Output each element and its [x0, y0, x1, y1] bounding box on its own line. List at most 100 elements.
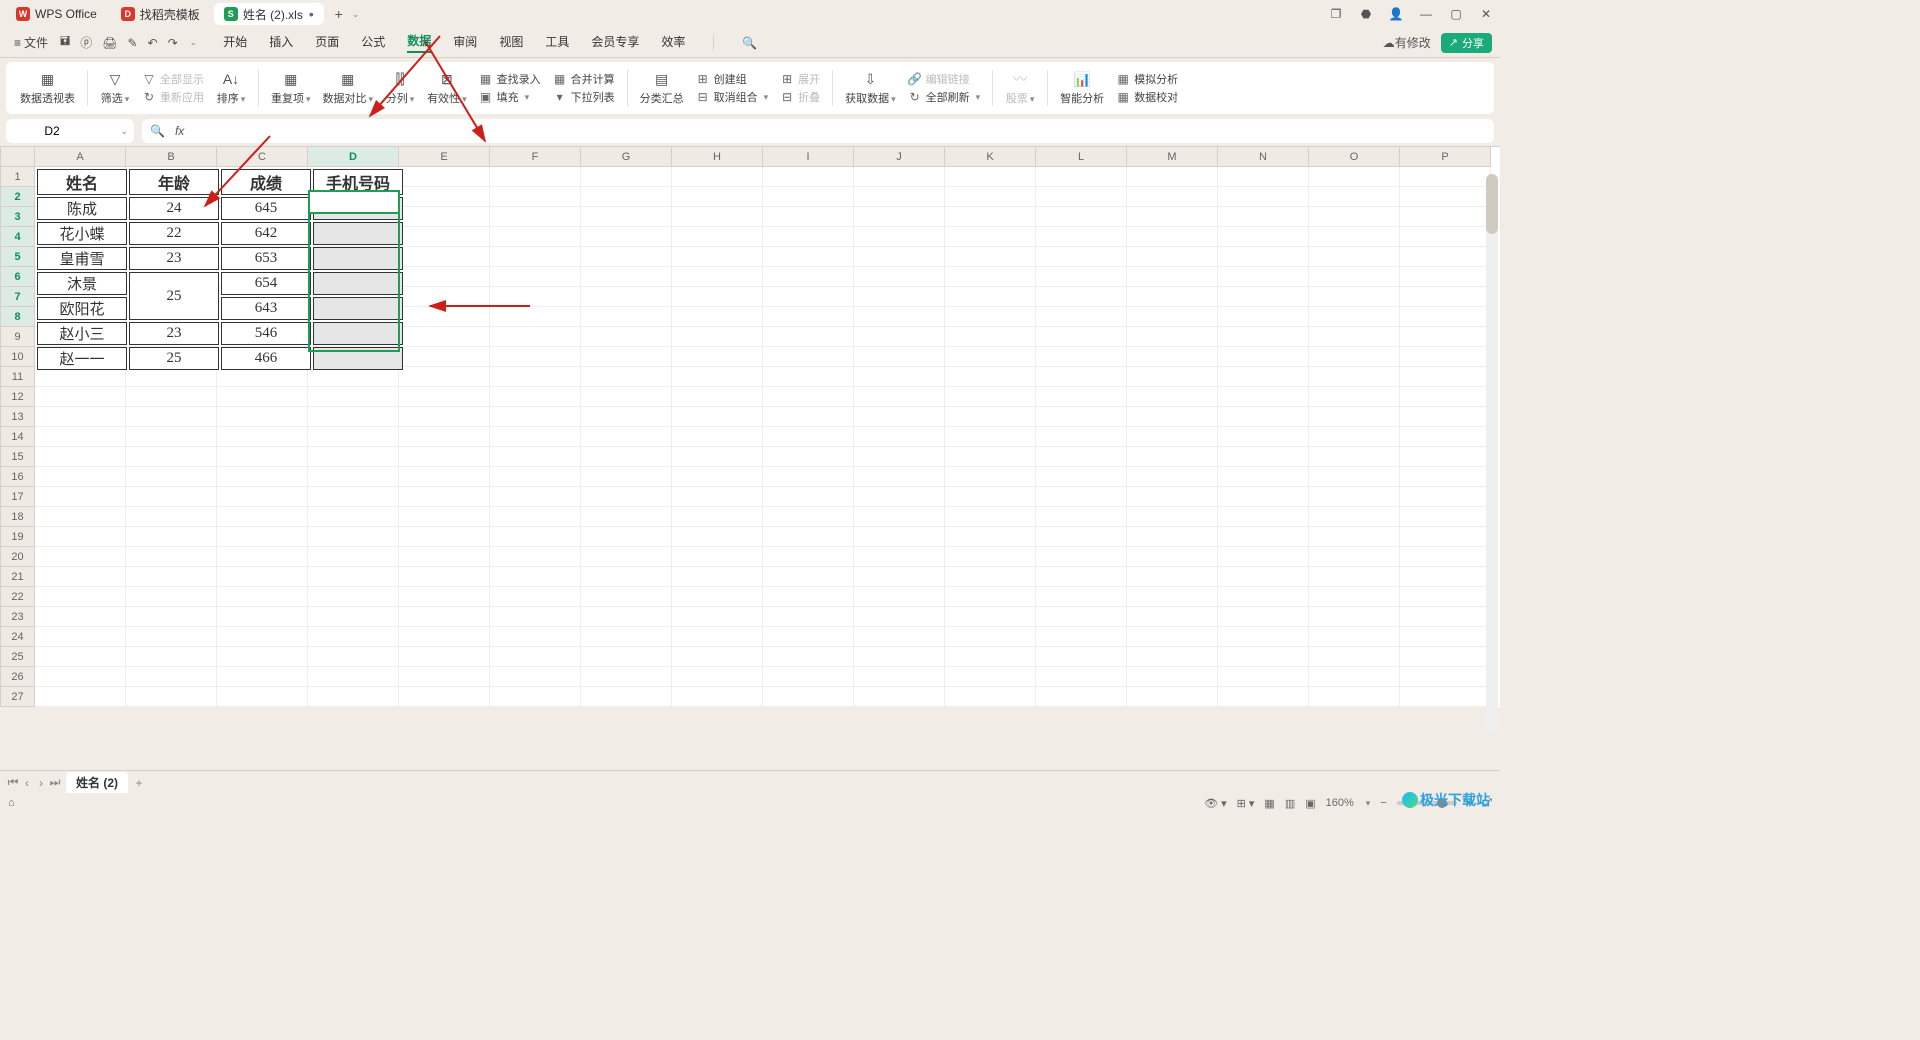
grid-cell[interactable] — [763, 267, 854, 287]
grid-cell[interactable] — [35, 667, 126, 687]
quick-dropdown[interactable]: ⌄ — [190, 37, 198, 48]
grid-cell[interactable] — [1400, 507, 1491, 527]
grid-cell[interactable] — [1218, 427, 1309, 447]
grid-cell[interactable] — [763, 607, 854, 627]
grid-cell[interactable] — [945, 307, 1036, 327]
grid-cell[interactable] — [1400, 287, 1491, 307]
grid-cell[interactable] — [1400, 627, 1491, 647]
grid-cell[interactable] — [1400, 607, 1491, 627]
grid-cell[interactable] — [672, 187, 763, 207]
grid-cell[interactable] — [35, 387, 126, 407]
grid-cell[interactable] — [672, 507, 763, 527]
grid-cell[interactable] — [399, 567, 490, 587]
grid-cell[interactable] — [854, 387, 945, 407]
grid-cell[interactable] — [854, 167, 945, 187]
grid-cell[interactable] — [581, 407, 672, 427]
grid-cell[interactable] — [763, 447, 854, 467]
grid-cell[interactable] — [672, 667, 763, 687]
grid-cell[interactable] — [1036, 567, 1127, 587]
grid-cell[interactable] — [1309, 647, 1400, 667]
grid-cell[interactable] — [672, 287, 763, 307]
grid-cell[interactable] — [1309, 347, 1400, 367]
cell[interactable] — [313, 322, 403, 345]
grid-cell[interactable] — [1309, 247, 1400, 267]
formula-search-icon[interactable]: 🔍 — [150, 124, 165, 138]
col-header[interactable]: H — [672, 147, 763, 167]
grid-cell[interactable] — [1036, 367, 1127, 387]
grid-cell[interactable] — [763, 567, 854, 587]
grid-cell[interactable] — [1218, 287, 1309, 307]
grid-cell[interactable] — [35, 627, 126, 647]
grid-cell[interactable] — [581, 607, 672, 627]
row-header[interactable]: 12 — [1, 387, 35, 407]
whatif-button[interactable]: ▦模拟分析 — [1116, 71, 1178, 87]
grid-cell[interactable] — [581, 467, 672, 487]
grid-cell[interactable] — [672, 407, 763, 427]
grid-cell[interactable] — [1218, 647, 1309, 667]
grid-cell[interactable] — [1036, 387, 1127, 407]
cell[interactable] — [313, 247, 403, 270]
grid-cell[interactable] — [1400, 187, 1491, 207]
grid-cell[interactable] — [672, 327, 763, 347]
grid-cell[interactable] — [581, 647, 672, 667]
grid-cell[interactable] — [1309, 407, 1400, 427]
sheet-nav-first[interactable]: ⏮ — [6, 775, 20, 790]
grid-cell[interactable] — [945, 247, 1036, 267]
grid-cell[interactable] — [35, 487, 126, 507]
grid-cell[interactable] — [854, 467, 945, 487]
grid-cell[interactable] — [126, 687, 217, 707]
grid-cell[interactable] — [35, 447, 126, 467]
row-header[interactable]: 3 — [1, 207, 35, 227]
grid-cell[interactable] — [1127, 347, 1218, 367]
grid-cell[interactable] — [1127, 307, 1218, 327]
grid-cell[interactable] — [1127, 207, 1218, 227]
grid-cell[interactable] — [490, 627, 581, 647]
grid-cell[interactable] — [581, 547, 672, 567]
grid-cell[interactable] — [581, 567, 672, 587]
grid-cell[interactable] — [490, 687, 581, 707]
grid-cell[interactable] — [581, 387, 672, 407]
grid-cell[interactable] — [1218, 467, 1309, 487]
grid-cell[interactable] — [308, 687, 399, 707]
sheet-nav-next[interactable]: › — [34, 776, 48, 790]
app-tab[interactable]: W WPS Office — [6, 3, 107, 25]
cell[interactable]: 赵一一 — [37, 347, 127, 370]
grid-cell[interactable] — [581, 507, 672, 527]
grid-cell[interactable] — [854, 227, 945, 247]
grid-cell[interactable] — [581, 287, 672, 307]
view-pagelayout-icon[interactable]: ▣ — [1305, 797, 1315, 810]
grid-cell[interactable] — [217, 487, 308, 507]
grid-cell[interactable] — [490, 307, 581, 327]
row-header[interactable]: 24 — [1, 627, 35, 647]
grid-cell[interactable] — [581, 307, 672, 327]
grid-cell[interactable] — [1309, 507, 1400, 527]
grid-cell[interactable] — [308, 387, 399, 407]
print-preview-icon[interactable]: ⓟ — [80, 34, 92, 51]
grid-cell[interactable] — [1218, 387, 1309, 407]
col-header[interactable]: E — [399, 147, 490, 167]
new-tab-button[interactable]: + — [328, 3, 350, 25]
grid-cell[interactable] — [490, 427, 581, 447]
row-header[interactable]: 10 — [1, 347, 35, 367]
grid-cell[interactable] — [490, 387, 581, 407]
grid-cell[interactable] — [672, 587, 763, 607]
grid-cell[interactable] — [308, 567, 399, 587]
grid-cell[interactable] — [581, 447, 672, 467]
add-sheet-button[interactable]: + — [132, 776, 146, 790]
grid-cell[interactable] — [854, 307, 945, 327]
grid-cell[interactable] — [399, 247, 490, 267]
grid-cell[interactable] — [1127, 227, 1218, 247]
grid-cell[interactable] — [581, 487, 672, 507]
tab-insert[interactable]: 插入 — [269, 33, 293, 52]
grid-cell[interactable] — [1127, 587, 1218, 607]
grid-cell[interactable] — [945, 407, 1036, 427]
grid-cell[interactable] — [217, 467, 308, 487]
grid-cell[interactable] — [1127, 367, 1218, 387]
grid-cell[interactable] — [763, 507, 854, 527]
grid-cell[interactable] — [854, 447, 945, 467]
grid-cell[interactable] — [672, 487, 763, 507]
grid-cell[interactable] — [672, 207, 763, 227]
cell[interactable]: 643 — [221, 297, 311, 320]
hamburger-menu[interactable]: ≡文件 — [8, 34, 54, 51]
tab-data[interactable]: 数据 — [407, 32, 431, 53]
